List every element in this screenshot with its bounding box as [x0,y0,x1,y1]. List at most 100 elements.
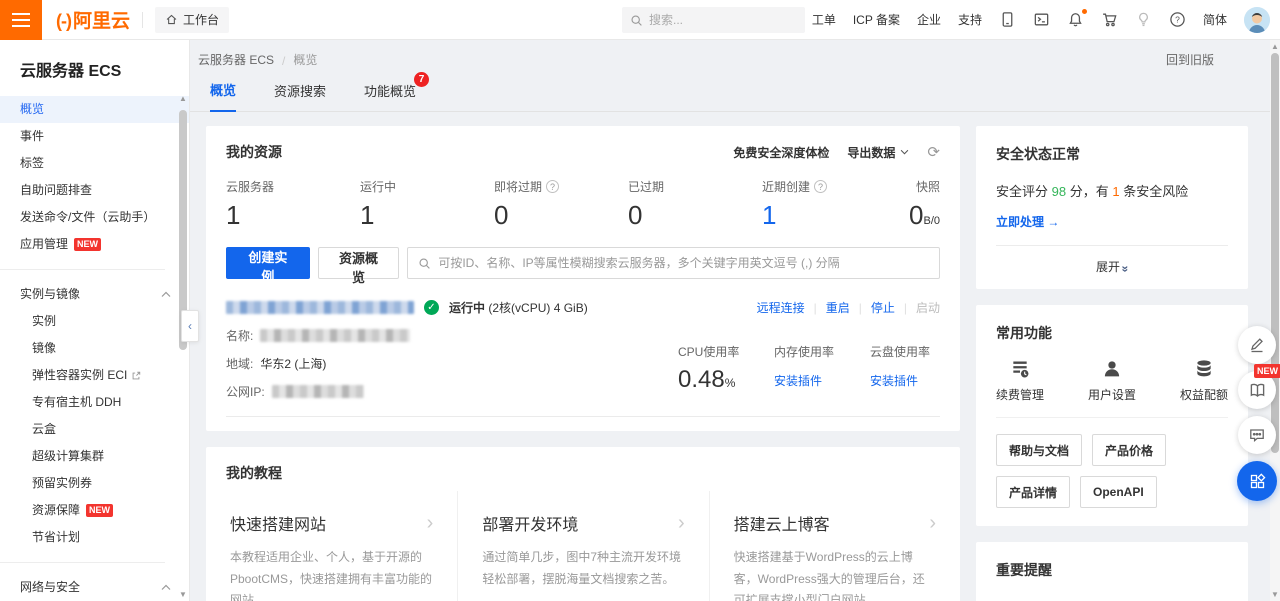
sidebar-item-tags[interactable]: 标签 [0,150,189,177]
sidebar-item-reserved-instances[interactable]: 预留实例券 [0,470,189,497]
restart-link[interactable]: 重启 [826,299,850,316]
sidebar-collapse-handle[interactable]: ‹ [181,310,199,342]
nav-enterprise[interactable]: 企业 [917,11,941,28]
workspace-button[interactable]: 工作台 [155,7,229,33]
tutorial-dev-environment[interactable]: 部署开发环境› 通过简单几步，图中7种主流开发环境轻松部署，摆脱海量文档搜索之苦… [457,491,708,601]
stat-value[interactable]: 1 [762,200,896,231]
page-scrollbar[interactable]: ▲ ▼ [1270,40,1280,601]
sidebar-scrollbar[interactable]: ▲ ▼ [178,92,188,601]
expand-label: 展开 [1096,260,1120,274]
handle-now-link[interactable]: 立即处理 → [996,213,1059,230]
sidebar-item-instances[interactable]: 实例 [0,308,189,335]
stat-running: 运行中 1 [360,178,494,231]
docs-book-button[interactable]: NEW [1238,371,1276,409]
help-docs-button[interactable]: 帮助与文档 [996,434,1082,466]
sidebar-item-app-management[interactable]: 应用管理 NEW [0,231,189,258]
instance-search-input[interactable] [438,256,929,270]
scroll-up-icon[interactable]: ▲ [178,94,188,103]
sidebar-item-cloudbox[interactable]: 云盒 [0,416,189,443]
openapi-button[interactable]: OpenAPI [1080,476,1157,508]
tab-feature-overview[interactable]: 功能概览 7 [364,81,416,111]
feedback-pencil-button[interactable] [1238,326,1276,364]
stat-value[interactable]: 1 [360,200,494,231]
apps-grid-button[interactable] [1237,461,1277,501]
new-badge: NEW [1254,364,1280,378]
sidebar-item-eci[interactable]: 弹性容器实例 ECI [0,362,189,389]
install-plugin-link-memory[interactable]: 安装插件 [774,372,822,389]
tab-overview[interactable]: 概览 [210,80,236,112]
hamburger-menu-icon[interactable] [0,0,42,40]
stat-value[interactable]: 0 [628,200,762,231]
notifications-bell-icon[interactable] [1067,11,1084,28]
nav-icp[interactable]: ICP 备案 [853,11,900,28]
global-search-input[interactable] [649,13,804,27]
group-label: 实例与镜像 [20,281,80,308]
tutorial-build-website[interactable]: 快速搭建网站› 本教程适用企业、个人，基于开源的PbootCMS，快速搭建拥有丰… [206,491,457,601]
cloudshell-icon[interactable] [1033,11,1050,28]
expand-toggle[interactable]: 展开 » [996,258,1228,275]
lightbulb-icon[interactable] [1135,11,1152,28]
double-chevron-down-icon: » [1119,266,1133,271]
export-data-dropdown[interactable]: 导出数据 [847,144,909,161]
card-title: 常用功能 [996,323,1228,343]
scroll-down-icon[interactable]: ▼ [1270,590,1280,599]
aliyun-logo[interactable]: (-) 阿里云 [56,6,130,33]
running-check-icon: ✓ [424,300,439,315]
sidebar-item-troubleshoot[interactable]: 自助问题排查 [0,177,189,204]
cart-icon[interactable] [1101,11,1118,28]
stat-recently-created: 近期创建? 1 [762,178,896,231]
tab-resource-search[interactable]: 资源搜索 [274,81,326,111]
install-plugin-link-disk[interactable]: 安装插件 [870,372,918,389]
sidebar-item-events[interactable]: 事件 [0,123,189,150]
resource-overview-button[interactable]: 资源概览 [318,247,400,279]
external-link-icon [131,371,141,381]
sidebar-item-cloud-assistant[interactable]: 发送命令/文件（云助手） [0,204,189,231]
sidebar-group-instances-images[interactable]: 实例与镜像 [0,281,189,308]
feature-quota[interactable]: 权益配额 [1180,359,1228,403]
create-instance-button[interactable]: 创建实例 [226,247,310,279]
help-icon[interactable]: ? [546,180,559,193]
global-search[interactable] [622,7,805,33]
scroll-down-icon[interactable]: ▼ [178,590,188,599]
feature-user-settings[interactable]: 用户设置 [1088,359,1136,403]
sidebar-item-overview[interactable]: 概览 [0,96,189,123]
card-title: 我的教程 [206,463,960,483]
breadcrumb-root[interactable]: 云服务器 ECS [198,51,274,68]
mobile-app-icon[interactable] [999,11,1016,28]
scroll-up-icon[interactable]: ▲ [1270,42,1280,51]
sidebar-item-ddh[interactable]: 专有宿主机 DDH [0,389,189,416]
common-functions-card: 常用功能 续费管理 用户设置 权益配额 帮助 [976,305,1248,526]
sidebar-item-images[interactable]: 镜像 [0,335,189,362]
stat-value[interactable]: 0 [494,200,628,231]
security-status-card: 安全状态正常 安全评分 98 分，有 1 条安全风险 立即处理 → 展开 » [976,126,1248,289]
notification-dot [1082,9,1087,14]
language-switch[interactable]: 简体 [1203,11,1227,28]
stat-value[interactable]: 0B/0 [896,200,940,231]
quota-database-icon [1194,359,1214,379]
remote-connect-link[interactable]: 远程连接 [757,299,805,316]
feedback-chat-button[interactable] [1238,416,1276,454]
refresh-icon[interactable]: ⟳ [927,145,940,160]
stop-link[interactable]: 停止 [871,299,895,316]
chevron-right-icon: › [929,513,936,533]
back-to-old-link[interactable]: 回到旧版 [1166,51,1214,68]
tutorial-wordpress-blog[interactable]: 搭建云上博客› 快速搭建基于WordPress的云上博客，WordPress强大… [709,491,960,601]
product-pricing-button[interactable]: 产品价格 [1092,434,1166,466]
sidebar-item-resource-assurance[interactable]: 资源保障 NEW [0,497,189,524]
sidebar-item-savings-plan[interactable]: 节省计划 [0,524,189,551]
usage-metrics: CPU使用率 0.48% 内存使用率 安装插件 云盘使用率 安装插件 [678,343,940,394]
help-icon[interactable]: ? [814,180,827,193]
instance-search[interactable] [407,247,940,279]
security-checkup-link[interactable]: 免费安全深度体检 [733,144,829,161]
help-icon[interactable]: ? [1169,11,1186,28]
masked-instance-id[interactable] [226,301,414,314]
sidebar-group-network-security[interactable]: 网络与安全 [0,574,189,601]
product-details-button[interactable]: 产品详情 [996,476,1070,508]
user-avatar[interactable] [1244,7,1270,33]
stat-value[interactable]: 1 [226,200,360,231]
sidebar-item-supercomputing[interactable]: 超级计算集群 [0,443,189,470]
start-link-disabled[interactable]: 启动 [916,299,940,316]
nav-support[interactable]: 支持 [958,11,982,28]
feature-renewal-management[interactable]: 续费管理 [996,359,1044,403]
nav-tickets[interactable]: 工单 [812,11,836,28]
